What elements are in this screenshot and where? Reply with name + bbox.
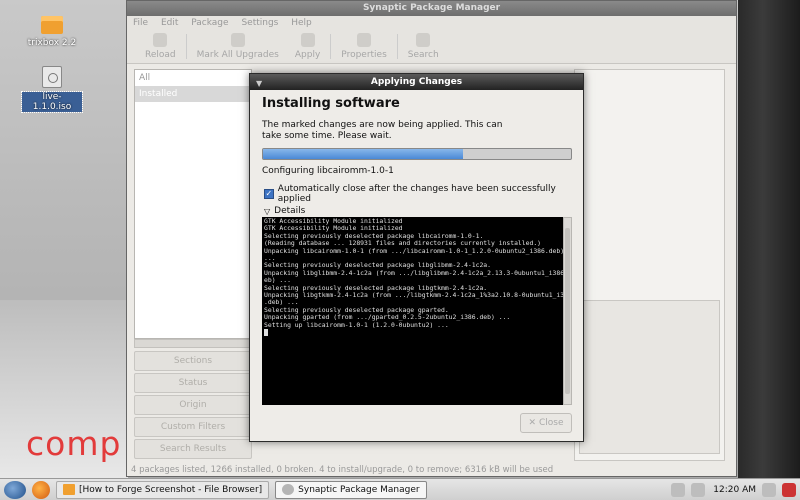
terminal-scrollbar[interactable] bbox=[563, 217, 572, 405]
reload-icon bbox=[153, 33, 168, 47]
applying-changes-dialog: ▼ Applying Changes Installing software T… bbox=[249, 73, 584, 442]
auto-close-label: Automatically close after the changes ha… bbox=[277, 184, 556, 204]
terminal-cursor bbox=[264, 329, 268, 337]
toolbar-separator bbox=[330, 34, 332, 59]
filter-item-all[interactable]: All bbox=[135, 70, 251, 86]
status-bar: 4 packages listed, 1266 installed, 0 bro… bbox=[131, 465, 554, 475]
clock[interactable]: 12:20 AM bbox=[713, 485, 756, 495]
folder-icon bbox=[41, 16, 63, 34]
task-label: Synaptic Package Manager bbox=[298, 484, 420, 495]
menu-help[interactable]: Help bbox=[291, 18, 312, 28]
window-title: Synaptic Package Manager bbox=[127, 1, 736, 16]
disc-image-icon bbox=[42, 66, 62, 88]
toolbar: Reload Mark All Upgrades Apply Propertie… bbox=[127, 30, 736, 64]
system-tray: 12:20 AM bbox=[665, 482, 796, 497]
upgrade-icon bbox=[230, 33, 245, 47]
progress-bar bbox=[262, 148, 572, 160]
close-label: Close bbox=[539, 418, 564, 428]
status-button[interactable]: Status bbox=[134, 373, 252, 393]
desktop-icon-iso[interactable]: live-1.1.0.iso bbox=[21, 66, 83, 113]
dialog-title: Applying Changes bbox=[370, 77, 463, 87]
details-label: Details bbox=[274, 206, 306, 216]
taskbar: [How to Forge Screenshot - File Browser]… bbox=[0, 478, 800, 500]
package-description-box bbox=[579, 300, 720, 454]
task-label: [How to Forge Screenshot - File Browser] bbox=[79, 484, 263, 495]
terminal-line: Unpacking libcairomm-1.0-1 (from .../lib… bbox=[264, 246, 563, 255]
desktop-icon-trixbox[interactable]: trixbox 2.2 bbox=[22, 16, 82, 48]
search-label: Search bbox=[407, 50, 439, 60]
terminal-output[interactable]: GTK Accessibility Module initialized GTK … bbox=[262, 217, 563, 405]
firefox-icon[interactable] bbox=[32, 480, 50, 499]
properties-icon bbox=[357, 33, 372, 47]
menubar: File Edit Package Settings Help bbox=[127, 16, 736, 30]
expander-down-icon: ▽ bbox=[264, 206, 271, 216]
properties-label: Properties bbox=[341, 50, 387, 60]
menu-file[interactable]: File bbox=[133, 18, 148, 28]
network-icon[interactable] bbox=[671, 482, 686, 497]
mark-all-upgrades-button[interactable]: Mark All Upgrades bbox=[189, 30, 287, 63]
wallpaper-brand-text: comp bbox=[26, 424, 122, 463]
desktop-right-panel bbox=[738, 0, 800, 478]
menu-settings[interactable]: Settings bbox=[241, 18, 278, 28]
menu-edit[interactable]: Edit bbox=[161, 18, 178, 28]
dialog-message: The marked changes are now being applied… bbox=[262, 120, 503, 141]
task-synaptic[interactable]: Synaptic Package Manager bbox=[275, 480, 427, 499]
origin-button[interactable]: Origin bbox=[134, 395, 252, 415]
desktop-icon-label: trixbox 2.2 bbox=[27, 38, 77, 48]
package-icon bbox=[282, 484, 295, 495]
reload-button[interactable]: Reload bbox=[137, 30, 184, 63]
sections-button[interactable]: Sections bbox=[134, 351, 252, 371]
window-menu-icon[interactable]: ▼ bbox=[256, 76, 262, 92]
details-expander[interactable]: ▽ Details bbox=[264, 206, 305, 216]
task-file-browser[interactable]: [How to Forge Screenshot - File Browser] bbox=[56, 480, 270, 499]
terminal-line: Unpacking libgtkmm-2.4-1c2a (from .../li… bbox=[264, 291, 563, 300]
toolbar-separator bbox=[396, 34, 398, 59]
filter-list: All Installed bbox=[134, 69, 252, 339]
close-icon: ✕ bbox=[528, 418, 536, 428]
auto-close-row[interactable]: ✓ Automatically close after the changes … bbox=[264, 184, 583, 204]
dialog-titlebar: ▼ Applying Changes bbox=[250, 74, 583, 90]
folder-icon bbox=[63, 484, 75, 495]
dialog-heading: Installing software bbox=[262, 96, 400, 111]
search-results-button[interactable]: Search Results bbox=[134, 439, 252, 459]
apply-label: Apply bbox=[294, 50, 321, 60]
properties-button[interactable]: Properties bbox=[333, 30, 394, 63]
progress-fill bbox=[263, 149, 464, 159]
desktop-icon-label: live-1.1.0.iso bbox=[21, 91, 83, 113]
notes-icon[interactable] bbox=[691, 482, 706, 497]
terminal-line: Unpacking libglibmm-2.4-1c2a (from .../l… bbox=[264, 268, 563, 277]
search-icon bbox=[416, 33, 431, 47]
reload-label: Reload bbox=[145, 50, 176, 60]
menu-package[interactable]: Package bbox=[191, 18, 228, 28]
apply-button[interactable]: Apply bbox=[287, 30, 328, 63]
package-pane bbox=[574, 69, 725, 461]
mark-all-upgrades-label: Mark All Upgrades bbox=[196, 50, 279, 60]
progress-label: Configuring libcairomm-1.0-1 bbox=[262, 166, 394, 176]
checkmark-icon bbox=[300, 33, 315, 47]
filter-buttons: Sections Status Origin Custom Filters Se… bbox=[134, 351, 252, 461]
custom-filters-button[interactable]: Custom Filters bbox=[134, 417, 252, 437]
close-button[interactable]: ✕ Close bbox=[520, 413, 572, 433]
start-menu-icon[interactable] bbox=[4, 480, 26, 499]
filter-item-installed[interactable]: Installed bbox=[135, 86, 251, 102]
monitor-icon[interactable] bbox=[762, 482, 776, 497]
auto-close-checkbox[interactable]: ✓ bbox=[264, 189, 274, 199]
scrollbar-thumb[interactable] bbox=[565, 228, 570, 394]
toolbar-separator bbox=[185, 34, 187, 59]
logout-icon[interactable] bbox=[782, 482, 796, 497]
search-button[interactable]: Search bbox=[400, 30, 447, 63]
terminal-line: Setting up libcairomm-1.0-1 (1.2.0-0ubun… bbox=[264, 320, 449, 329]
